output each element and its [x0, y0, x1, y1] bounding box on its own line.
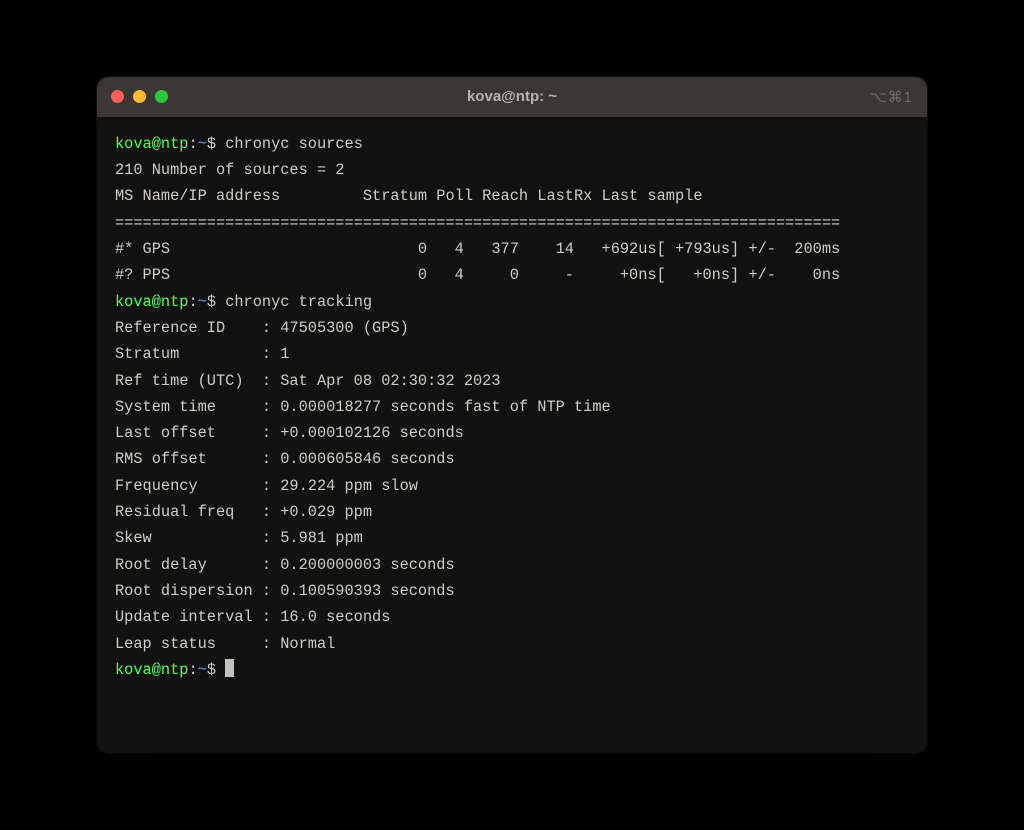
prompt-line: kova@ntp:~$ chronyc sources: [115, 135, 363, 153]
sources-divider: ========================================…: [115, 214, 840, 232]
prompt-sep: :: [188, 293, 197, 311]
prompt-user: kova@ntp: [115, 293, 188, 311]
tracking-system-time: System time : 0.000018277 seconds fast o…: [115, 398, 611, 416]
tracking-rms-offset: RMS offset : 0.000605846 seconds: [115, 450, 455, 468]
tracking-update-interval: Update interval : 16.0 seconds: [115, 608, 390, 626]
traffic-lights: [111, 90, 168, 103]
prompt-line: kova@ntp:~$: [115, 661, 234, 679]
window-title: kova@ntp: ~: [467, 88, 557, 105]
prompt-line: kova@ntp:~$ chronyc tracking: [115, 293, 372, 311]
command-2: chronyc tracking: [225, 293, 372, 311]
tracking-residual-freq: Residual freq : +0.029 ppm: [115, 503, 372, 521]
prompt-symbol: $: [207, 135, 216, 153]
prompt-symbol: $: [207, 661, 216, 679]
close-icon[interactable]: [111, 90, 124, 103]
prompt-sep: :: [188, 135, 197, 153]
minimize-icon[interactable]: [133, 90, 146, 103]
tracking-skew: Skew : 5.981 ppm: [115, 529, 363, 547]
prompt-path: ~: [198, 293, 207, 311]
tracking-reference-id: Reference ID : 47505300 (GPS): [115, 319, 409, 337]
tracking-root-dispersion: Root dispersion : 0.100590393 seconds: [115, 582, 455, 600]
terminal-window: kova@ntp: ~ ⌥⌘1 kova@ntp:~$ chronyc sour…: [97, 77, 927, 753]
prompt-path: ~: [198, 135, 207, 153]
tracking-leap-status: Leap status : Normal: [115, 635, 335, 653]
titlebar: kova@ntp: ~ ⌥⌘1: [97, 77, 927, 117]
command-1: chronyc sources: [225, 135, 363, 153]
prompt-symbol: $: [207, 293, 216, 311]
tracking-frequency: Frequency : 29.224 ppm slow: [115, 477, 418, 495]
prompt-path: ~: [198, 661, 207, 679]
tracking-stratum: Stratum : 1: [115, 345, 289, 363]
sources-count: 210 Number of sources = 2: [115, 161, 345, 179]
terminal-body[interactable]: kova@ntp:~$ chronyc sources 210 Number o…: [97, 117, 927, 753]
zoom-icon[interactable]: [155, 90, 168, 103]
window-shortcut-label: ⌥⌘1: [869, 88, 913, 106]
sources-row-pps: #? PPS 0 4 0 - +0ns[ +0ns] +/- 0ns: [115, 266, 840, 284]
cursor-icon: [225, 659, 234, 677]
tracking-ref-time: Ref time (UTC) : Sat Apr 08 02:30:32 202…: [115, 372, 501, 390]
prompt-sep: :: [188, 661, 197, 679]
tracking-last-offset: Last offset : +0.000102126 seconds: [115, 424, 464, 442]
prompt-user: kova@ntp: [115, 661, 188, 679]
sources-row-gps: #* GPS 0 4 377 14 +692us[ +793us] +/- 20…: [115, 240, 840, 258]
sources-header: MS Name/IP address Stratum Poll Reach La…: [115, 187, 703, 205]
prompt-user: kova@ntp: [115, 135, 188, 153]
tracking-root-delay: Root delay : 0.200000003 seconds: [115, 556, 455, 574]
